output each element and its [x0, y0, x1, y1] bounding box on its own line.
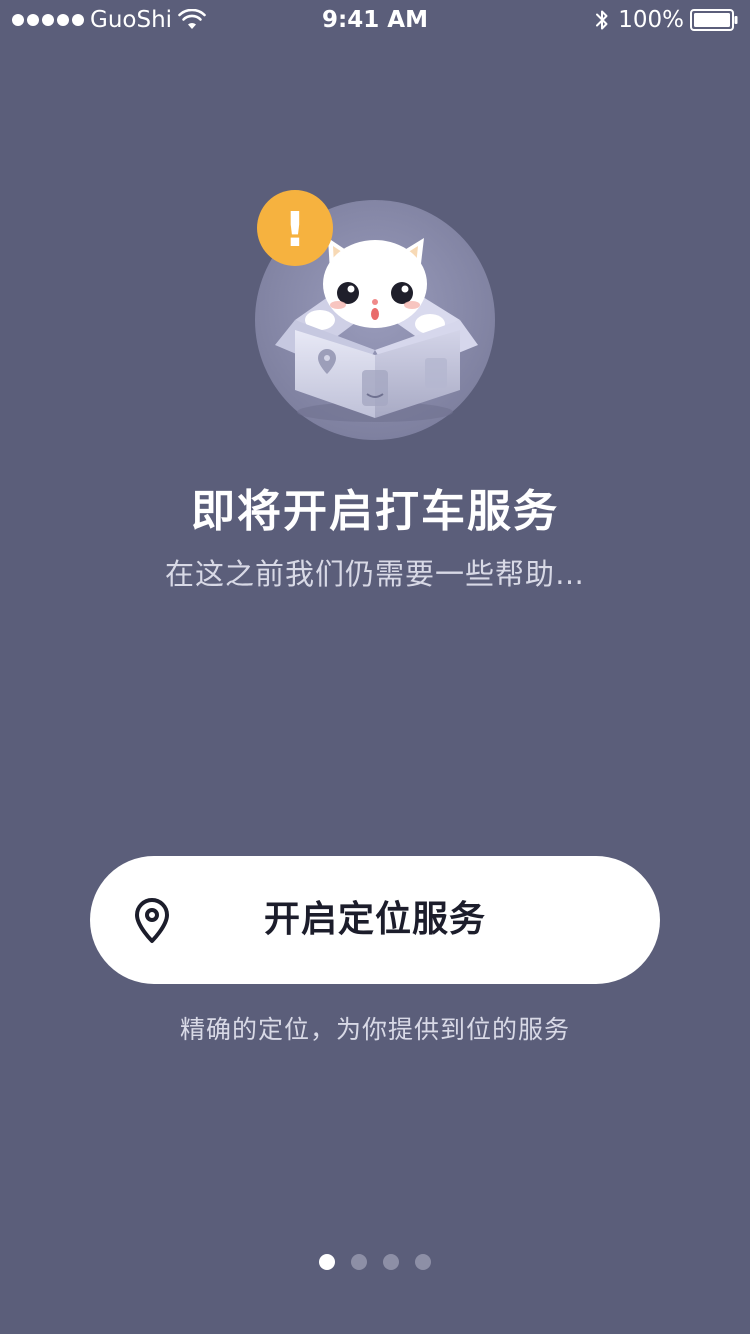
page-subtitle: 在这之前我们仍需要一些帮助…: [164, 557, 585, 591]
page-dot-2[interactable]: [351, 1254, 367, 1270]
enable-location-button[interactable]: 开启定位服务: [90, 856, 660, 984]
page-dot-3[interactable]: [383, 1254, 399, 1270]
warning-badge-text: !: [284, 202, 306, 258]
enable-location-button-label: 开启定位服务: [263, 899, 486, 940]
status-bar-right: 100%: [594, 7, 738, 33]
warning-badge-icon: !: [257, 190, 333, 266]
page-dot-4[interactable]: [415, 1254, 431, 1270]
bluetooth-icon: [596, 10, 608, 30]
battery-icon: [690, 9, 738, 31]
page-dot-1[interactable]: [319, 1254, 335, 1270]
page-title: 即将开启打车服务: [191, 486, 559, 537]
status-bar: GuoShi 9:41 AM 100%: [0, 0, 750, 40]
cat-in-box-illustration: !: [240, 180, 510, 450]
cat-box-svg: !: [255, 190, 495, 440]
battery-percentage: 100%: [618, 7, 684, 33]
location-service-caption: 精确的定位，为你提供到位的服务: [179, 1015, 570, 1044]
page-indicator: [0, 1254, 750, 1270]
